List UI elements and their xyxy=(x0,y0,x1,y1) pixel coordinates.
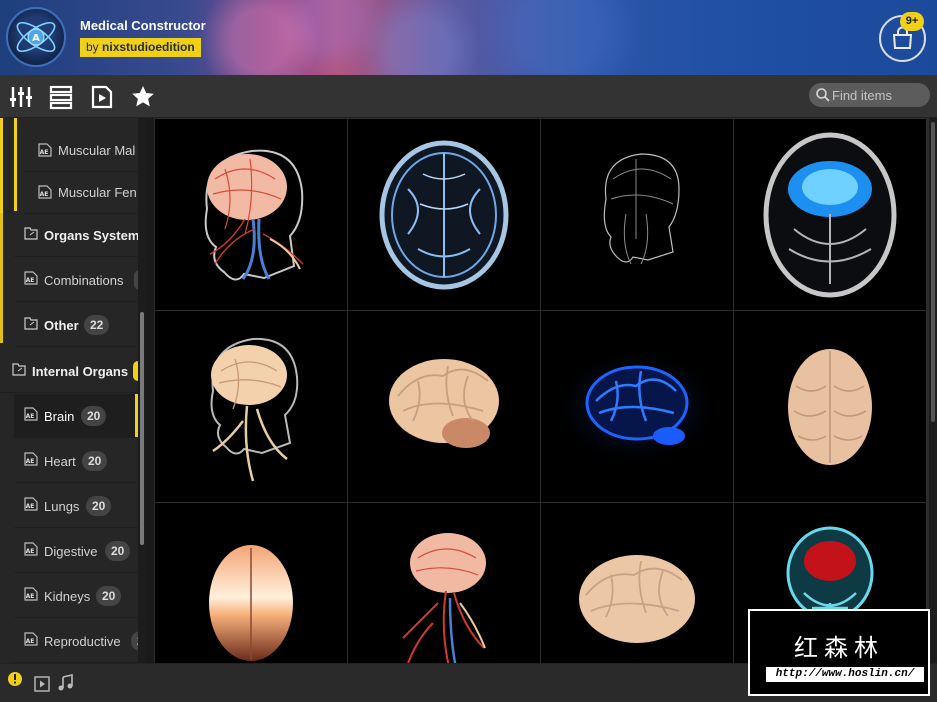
ae-file-icon: AE xyxy=(24,497,38,511)
watermark: 红森林 http://www.hoslin.cn/ xyxy=(748,609,930,696)
star-icon[interactable] xyxy=(130,84,156,110)
author-prefix: by xyxy=(86,40,99,54)
search-box[interactable] xyxy=(809,83,930,107)
preview-tile-head-wireframe-side[interactable] xyxy=(541,119,733,310)
preview-tile-brain-top-pink[interactable] xyxy=(734,311,926,502)
ae-file-icon: AE xyxy=(24,271,38,285)
sidebar-item-label: Digestive xyxy=(44,544,98,559)
preview-tile-brain-glow-blue-side[interactable] xyxy=(541,311,733,502)
sidebar-item-internal-organs[interactable]: Internal Organs xyxy=(0,349,138,393)
sidebar-item-reproductive[interactable]: AE Reproductive 2 xyxy=(14,619,138,663)
folder-icon xyxy=(24,227,38,240)
sliders-icon[interactable] xyxy=(8,84,34,110)
author-name: nixstudioedition xyxy=(102,40,195,54)
sidebar-item-label: Brain xyxy=(44,409,75,424)
warning-icon[interactable] xyxy=(6,670,24,688)
svg-text:AE: AE xyxy=(40,191,49,198)
svg-text:AE: AE xyxy=(26,593,35,600)
app-logo: A xyxy=(6,7,66,67)
folder-icon xyxy=(24,317,38,330)
sidebar-item-label: Other xyxy=(44,318,79,333)
svg-text:AE: AE xyxy=(40,149,49,156)
sidebar-item-heart[interactable]: AE Heart 20 xyxy=(14,439,138,483)
svg-text:AE: AE xyxy=(26,638,35,645)
preview-tile-brain-xray-top-blue[interactable] xyxy=(348,119,540,310)
ae-file-icon: AE xyxy=(24,632,38,646)
category-sidebar: AE Muscular Mal AE Muscular Fen Organs S… xyxy=(0,118,146,663)
tree-guide-line xyxy=(0,118,3,213)
sidebar-item-muscular-female[interactable]: AE Muscular Fen xyxy=(24,170,138,214)
app-title: Medical Constructor xyxy=(80,18,206,33)
sidebar-item-other[interactable]: Other 22 xyxy=(14,303,138,347)
sidebar-item-label: Muscular Mal xyxy=(58,143,136,158)
play-file-icon[interactable] xyxy=(89,84,115,110)
cart-count-badge: 9+ xyxy=(900,12,924,31)
sidebar-item-label: Muscular Fen xyxy=(58,185,137,200)
folder-icon xyxy=(12,363,26,376)
tree-guide-line xyxy=(14,118,17,211)
header-banner: A Medical Constructor by nixstudioeditio… xyxy=(0,0,937,75)
watermark-url: http://www.hoslin.cn/ xyxy=(766,667,924,682)
toolbar xyxy=(0,75,937,118)
sidebar-item-digestive[interactable]: AE Digestive 20 xyxy=(14,529,138,573)
count-badge: 20 xyxy=(86,496,112,516)
sidebar-item-organs-system[interactable]: Organs System xyxy=(14,213,138,257)
ae-file-icon: AE xyxy=(24,587,38,601)
sidebar-item-label: Kidneys xyxy=(44,589,91,604)
sidebar-item-combinations[interactable]: AE Combinations xyxy=(14,258,138,302)
sidebar-item-lungs[interactable]: AE Lungs 20 xyxy=(14,484,138,528)
sidebar-item-label: Reproductive xyxy=(44,634,121,649)
preview-tile-head-nerves-vessels-side[interactable] xyxy=(155,119,347,310)
preview-tile-head-vessels-brain[interactable] xyxy=(348,503,540,663)
video-icon[interactable] xyxy=(34,676,50,692)
preview-tile-skull-brain-side[interactable] xyxy=(155,311,347,502)
svg-text:A: A xyxy=(32,33,40,44)
count-badge: 22 xyxy=(84,315,110,335)
app-window: A Medical Constructor by nixstudioeditio… xyxy=(0,0,937,702)
ae-file-icon: AE xyxy=(24,542,38,556)
sidebar-item-brain[interactable]: AE Brain 20 xyxy=(14,394,138,438)
svg-text:AE: AE xyxy=(26,413,35,420)
ae-file-icon: AE xyxy=(38,185,52,199)
sidebar-item-label: Internal Organs xyxy=(32,364,129,379)
sidebar-item-label: Combinations xyxy=(44,273,124,288)
svg-text:AE: AE xyxy=(26,548,35,555)
sidebar-item-kidneys[interactable]: AE Kidneys 20 xyxy=(14,574,138,618)
sidebar-item-label: Organs System xyxy=(44,228,138,243)
svg-text:AE: AE xyxy=(26,458,35,465)
preview-tile-brain-side-pink[interactable] xyxy=(348,311,540,502)
preview-tile-brain-side-lit[interactable] xyxy=(541,503,733,663)
sidebar-scroll-thumb[interactable] xyxy=(140,312,144,545)
count-badge: 2 xyxy=(131,631,138,651)
preview-grid xyxy=(154,118,929,663)
ae-file-icon: AE xyxy=(24,407,38,421)
ae-file-icon: AE xyxy=(24,452,38,466)
watermark-chinese-text: 红森林 xyxy=(794,634,884,662)
sidebar-item-muscular-male[interactable]: AE Muscular Mal xyxy=(24,128,138,172)
grid-scroll-thumb[interactable] xyxy=(931,122,935,422)
search-icon xyxy=(816,88,830,102)
search-input[interactable] xyxy=(832,86,927,104)
count-badge: 20 xyxy=(105,541,131,561)
music-icon[interactable] xyxy=(57,674,75,692)
count-badge: 20 xyxy=(81,406,107,426)
sidebar-item-label: Heart xyxy=(44,454,76,469)
sidebar-item-label: Lungs xyxy=(44,499,80,514)
count-badge: 20 xyxy=(82,451,108,471)
ae-file-icon: AE xyxy=(38,143,52,157)
preview-tile-brain-glow-top-cyan[interactable] xyxy=(734,119,926,310)
svg-text:AE: AE xyxy=(26,277,35,284)
preview-tile-brain-front-glow-orange[interactable] xyxy=(155,503,347,663)
tree-guide-line xyxy=(0,213,3,343)
list-view-icon[interactable] xyxy=(48,84,74,110)
svg-text:AE: AE xyxy=(26,503,35,510)
author-tag[interactable]: by nixstudioedition xyxy=(80,38,201,57)
count-badge: 20 xyxy=(96,586,122,606)
